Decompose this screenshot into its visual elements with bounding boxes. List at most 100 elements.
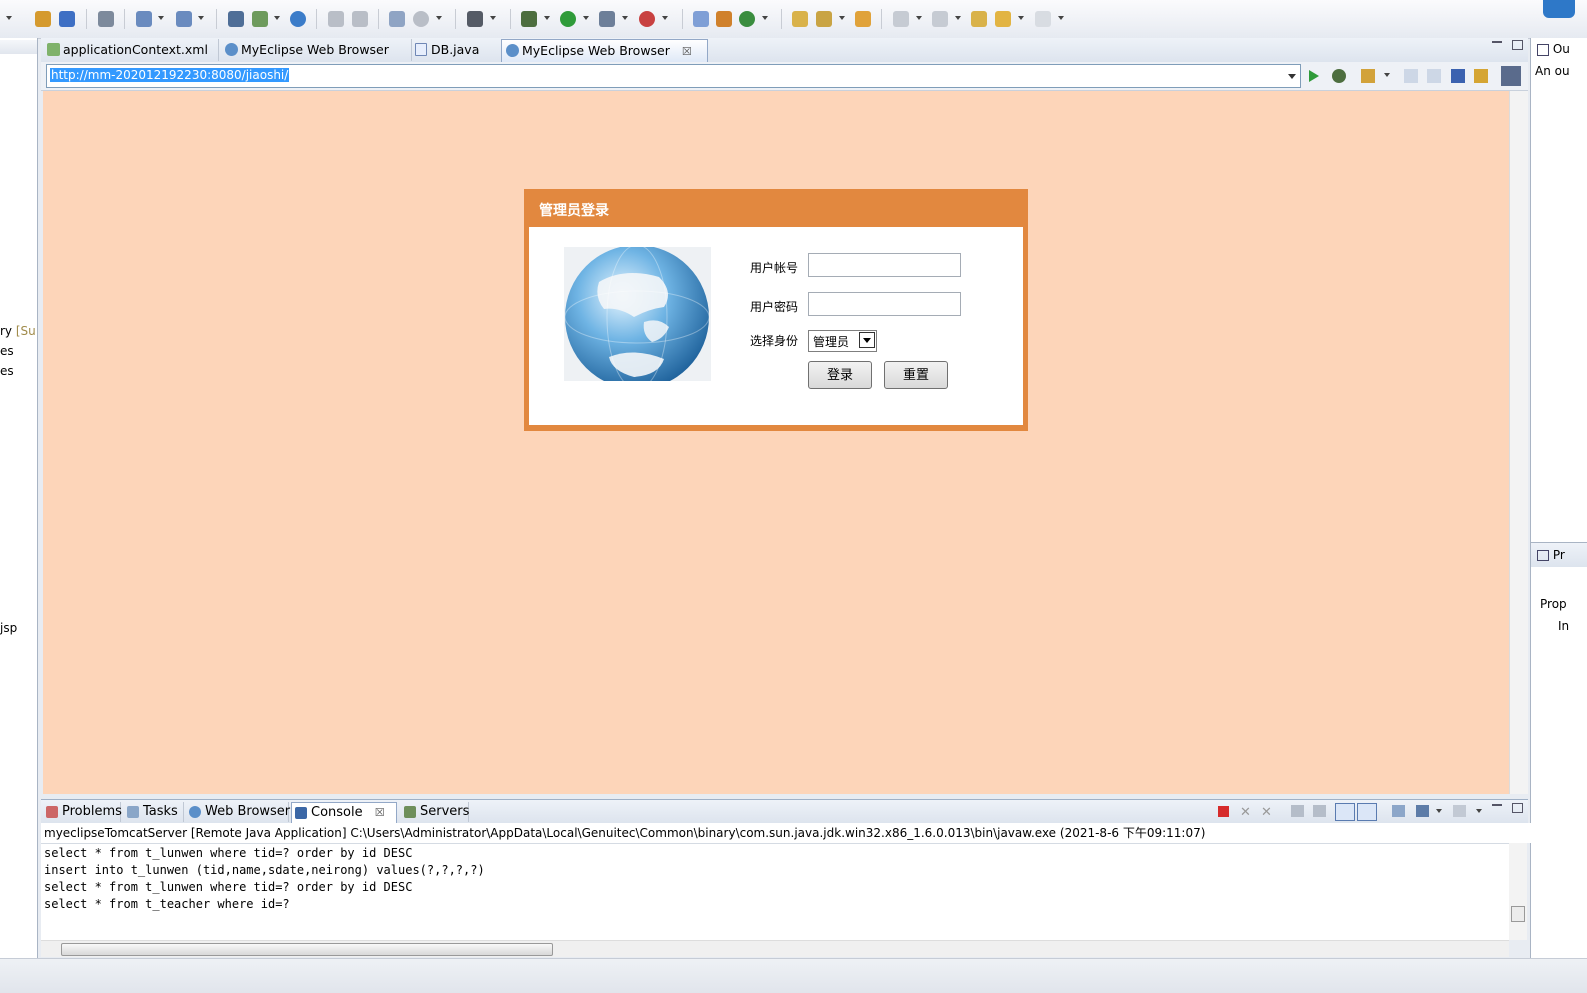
open-file-icon[interactable] <box>855 11 871 27</box>
tab-problems[interactable]: Problems <box>43 802 122 822</box>
remove-launch-icon[interactable]: ✕ <box>1240 805 1251 820</box>
chevron-down-icon[interactable] <box>198 16 204 20</box>
back-icon[interactable] <box>1404 69 1418 83</box>
tab-web-browser-1[interactable]: MyEclipse Web Browser <box>221 39 412 61</box>
chevron-down-icon[interactable] <box>662 16 668 20</box>
tab-tasks[interactable]: Tasks <box>124 802 184 822</box>
next-annotation-icon[interactable] <box>893 11 909 27</box>
browser-vertical-scrollbar[interactable] <box>1509 91 1528 794</box>
forward-icon[interactable] <box>1427 69 1441 83</box>
myeclipse-icon[interactable] <box>1501 66 1521 86</box>
console-output[interactable]: select * from t_lunwen where tid=? order… <box>41 843 1509 941</box>
prev-annotation-icon[interactable] <box>932 11 948 27</box>
search-file-icon[interactable] <box>413 11 429 27</box>
tree-item[interactable]: ry [Su <box>0 324 36 338</box>
deploy-icon[interactable] <box>228 11 244 27</box>
last-edit-icon[interactable] <box>971 11 987 27</box>
globe-icon[interactable] <box>290 11 306 27</box>
maximize-icon[interactable] <box>1512 803 1523 813</box>
chevron-down-icon[interactable] <box>1436 809 1442 813</box>
terminate-icon[interactable] <box>1218 806 1229 817</box>
search-icon[interactable] <box>176 11 192 27</box>
open-folder-icon[interactable] <box>792 11 808 27</box>
chevron-down-icon[interactable] <box>1476 809 1482 813</box>
show-on-stderr-icon[interactable] <box>1357 803 1377 821</box>
back-icon[interactable] <box>995 11 1011 27</box>
stop-icon[interactable] <box>1451 69 1465 83</box>
new-class-icon[interactable] <box>59 11 75 27</box>
chevron-down-icon[interactable] <box>158 16 164 20</box>
tree-item[interactable]: es <box>0 364 14 378</box>
minimize-icon[interactable] <box>1492 41 1502 43</box>
role-select[interactable]: 管理员 <box>808 330 877 352</box>
tab-application-context[interactable]: applicationContext.xml <box>43 39 219 61</box>
camera-icon[interactable] <box>467 11 483 27</box>
console-horizontal-scrollbar[interactable] <box>41 940 1509 957</box>
scroll-lock-icon[interactable] <box>1313 805 1326 817</box>
minimize-icon[interactable] <box>1492 804 1502 806</box>
tree-item[interactable]: jsp <box>0 621 17 635</box>
favorites-icon[interactable] <box>1361 69 1375 83</box>
scroll-thumb[interactable] <box>1511 906 1525 922</box>
show-on-stdout-icon[interactable] <box>1335 803 1355 821</box>
package-icon[interactable] <box>716 11 732 27</box>
panel-minmax-bar[interactable] <box>0 40 37 54</box>
chevron-down-icon[interactable] <box>490 16 496 20</box>
chevron-down-icon[interactable] <box>6 16 12 20</box>
pin-console-icon[interactable] <box>1392 805 1405 817</box>
username-input[interactable] <box>808 253 961 277</box>
debug-icon[interactable] <box>1332 69 1346 83</box>
chevron-down-icon[interactable] <box>544 16 550 20</box>
run-external-icon[interactable] <box>599 11 615 27</box>
refresh-icon[interactable] <box>739 11 755 27</box>
new-package-icon[interactable] <box>35 11 51 27</box>
tab-console[interactable]: Console ☒ <box>291 802 397 823</box>
tree-item[interactable]: es <box>0 344 14 358</box>
url-input[interactable]: http://mm-202012192230:8080/jiaoshi/ <box>46 64 1301 88</box>
console-vertical-scrollbar[interactable] <box>1509 843 1527 940</box>
database-icon[interactable] <box>98 11 114 27</box>
perspective-badge[interactable] <box>1543 0 1575 18</box>
chevron-down-icon[interactable] <box>1384 73 1390 77</box>
open-console-icon[interactable] <box>1453 805 1466 817</box>
tab-db-java[interactable]: DB.java <box>411 39 502 61</box>
properties-icon[interactable] <box>389 11 405 27</box>
debug-icon[interactable] <box>521 11 537 27</box>
reset-button[interactable]: 重置 <box>884 361 948 389</box>
coverage-icon[interactable] <box>639 11 655 27</box>
close-icon[interactable]: ☒ <box>682 41 692 63</box>
clear-console-icon[interactable] <box>1291 805 1304 817</box>
copy-icon[interactable] <box>352 11 368 27</box>
server-icon[interactable] <box>252 11 268 27</box>
chevron-down-icon[interactable] <box>839 16 845 20</box>
password-input[interactable] <box>808 292 961 316</box>
tab-servers[interactable]: Servers <box>401 802 469 822</box>
forward-icon[interactable] <box>1035 11 1051 27</box>
chevron-down-icon[interactable] <box>583 16 589 20</box>
chevron-down-icon[interactable] <box>859 332 875 348</box>
chevron-down-icon[interactable] <box>622 16 628 20</box>
scroll-thumb[interactable] <box>61 943 553 956</box>
chevron-down-icon[interactable] <box>762 16 768 20</box>
run-icon[interactable] <box>560 11 576 27</box>
new-project-icon[interactable] <box>693 11 709 27</box>
chevron-down-icon[interactable] <box>1288 74 1296 79</box>
chevron-down-icon[interactable] <box>1018 16 1024 20</box>
chevron-down-icon[interactable] <box>916 16 922 20</box>
wizard-icon[interactable] <box>136 11 152 27</box>
display-console-icon[interactable] <box>1416 805 1429 817</box>
close-icon[interactable]: ☒ <box>375 803 385 823</box>
tab-web-browser[interactable]: Web Browser <box>186 802 290 822</box>
properties-tab[interactable]: Pr <box>1537 548 1565 562</box>
maximize-icon[interactable] <box>1512 40 1523 50</box>
chevron-down-icon[interactable] <box>1058 16 1064 20</box>
outline-tab[interactable]: Ou <box>1537 42 1570 56</box>
pen-icon[interactable] <box>816 11 832 27</box>
chevron-down-icon[interactable] <box>274 16 280 20</box>
cut-icon[interactable] <box>328 11 344 27</box>
remove-all-icon[interactable]: ✕ <box>1261 805 1272 820</box>
go-icon[interactable] <box>1309 70 1319 82</box>
tab-web-browser-active[interactable]: MyEclipse Web Browser ☒ <box>501 39 708 62</box>
refresh-icon[interactable] <box>1474 69 1488 83</box>
login-button[interactable]: 登录 <box>808 361 872 389</box>
